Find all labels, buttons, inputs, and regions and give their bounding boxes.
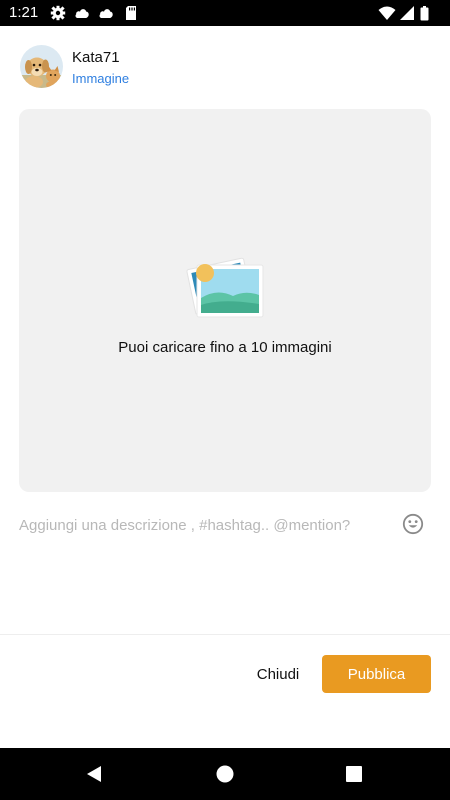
gear-icon — [50, 5, 66, 21]
cloud-icon — [99, 9, 113, 18]
cloud-icon — [75, 9, 89, 18]
signal-icon — [400, 6, 414, 20]
description-input[interactable] — [19, 510, 389, 540]
back-icon[interactable] — [83, 763, 105, 785]
smiley-icon[interactable] — [402, 513, 424, 535]
sd-card-icon — [126, 6, 136, 20]
status-bar: 1:21 — [0, 0, 450, 26]
navigation-bar — [0, 748, 450, 800]
close-button[interactable]: Chiudi — [245, 658, 311, 690]
post-type-label[interactable]: Immagine — [72, 71, 129, 86]
battery-icon — [420, 6, 429, 21]
create-post-screen: 1:21 Kata71 Immagine Puoi caricare fino … — [0, 0, 450, 800]
home-icon[interactable] — [214, 763, 236, 785]
avatar — [20, 45, 63, 88]
status-time: 1:21 — [9, 4, 39, 21]
username: Kata71 — [72, 49, 120, 66]
footer-divider — [0, 634, 450, 635]
image-gallery-icon — [186, 257, 264, 318]
dog-and-cat-avatar — [20, 45, 63, 88]
publish-button[interactable]: Pubblica — [322, 655, 431, 693]
system-status-icons — [378, 6, 429, 21]
wifi-icon — [378, 6, 396, 20]
recents-icon[interactable] — [343, 763, 365, 785]
upload-hint: Puoi caricare fino a 10 immagini — [118, 339, 332, 356]
